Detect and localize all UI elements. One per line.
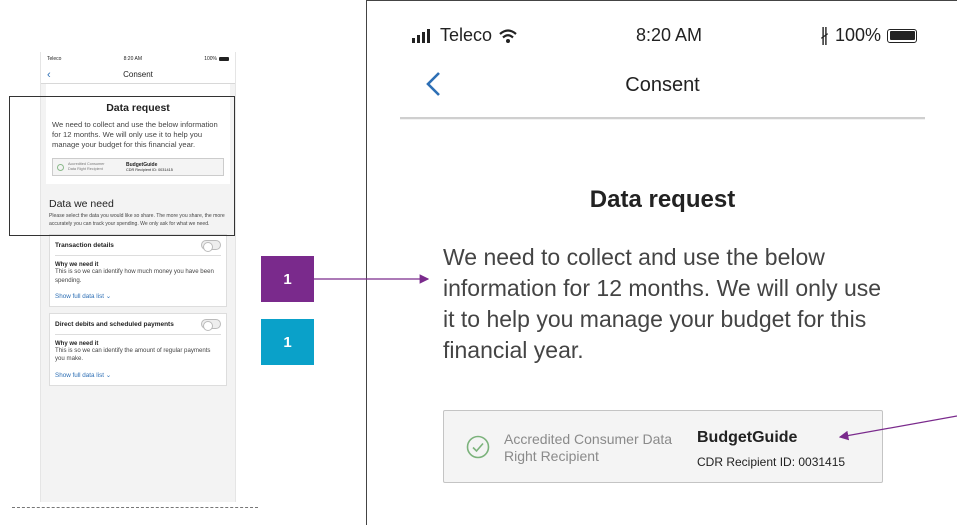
battery-label: 100% [204,56,217,62]
carrier-group: Teleco [412,25,518,46]
data-item-header: Direct debits and scheduled payments [55,319,221,335]
carrier-label: Teleco [440,25,493,45]
transaction-details-toggle[interactable] [201,240,221,252]
why-body: This is so we can identify the amount of… [55,347,211,363]
data-item-title: Transaction details [55,241,114,249]
status-bar: Teleco 8:20 AM 100% [41,52,235,66]
signal-icon [412,28,430,43]
battery-group: ∦ 100% [820,25,918,46]
data-request-section: Data request We need to collect and use … [400,120,925,525]
nav-bar: Consent [400,56,925,119]
chevron-down-icon: ⌄ [105,371,112,379]
time-label: 8:20 AM [123,56,142,62]
show-label: Show full data list [55,293,105,300]
battery-icon [887,28,918,43]
show-full-data-list-link[interactable]: Show full data list ⌄ [55,293,221,300]
marker-label: 1 [283,333,292,351]
annotation-marker-purple: 1 [261,256,314,302]
battery-icon [218,56,229,61]
data-request-body: We need to collect and use the below inf… [443,244,882,363]
status-bar: Teleco 8:20 AM ∦ 100% [400,1,925,56]
data-item-card: Direct debits and scheduled payments Why… [49,313,227,386]
battery-indicator: 100% [204,56,229,62]
check-circle-icon [466,435,490,459]
zoomed-phone-screen: Teleco 8:20 AM ∦ 100% Consent Data reque… [400,1,925,525]
zoom-panel: Teleco 8:20 AM ∦ 100% Consent Data reque… [366,0,957,525]
annotation-marker-cyan: 1 [261,319,314,365]
recipient-id: CDR Recipient ID: 0031415 [697,455,846,469]
zoom-highlight-frame [9,96,235,236]
chevron-left-icon[interactable]: ‹ [47,68,51,82]
bluetooth-icon: ∦ [820,25,829,45]
brand-name: BudgetGuide [697,429,798,446]
data-item-card: Transaction details Why we need it This … [49,234,227,307]
chevron-down-icon: ⌄ [105,293,112,300]
data-item-title: Direct debits and scheduled payments [55,320,174,328]
show-label: Show full data list [55,371,105,379]
show-full-data-list-link[interactable]: Show full data list ⌄ [55,372,221,379]
why-body: This is so we can identify how much mone… [55,268,214,284]
accreditation-label: Accredited Consumer Data Right Recipient [504,431,673,464]
data-request-heading: Data request [589,186,736,213]
time-label: 8:20 AM [636,25,703,45]
data-item-header: Transaction details [55,240,221,257]
marker-label: 1 [283,270,292,288]
battery-label: 100% [835,25,882,45]
nav-title: Consent [625,74,700,96]
nav-title: Consent [123,70,153,79]
wifi-icon [499,28,517,43]
fold-line [12,507,258,508]
accreditation-box: Accredited Consumer Data Right Recipient… [443,410,883,483]
direct-debits-toggle[interactable] [201,319,221,331]
nav-bar: ‹ Consent [41,66,235,84]
carrier-label: Teleco [47,56,62,62]
